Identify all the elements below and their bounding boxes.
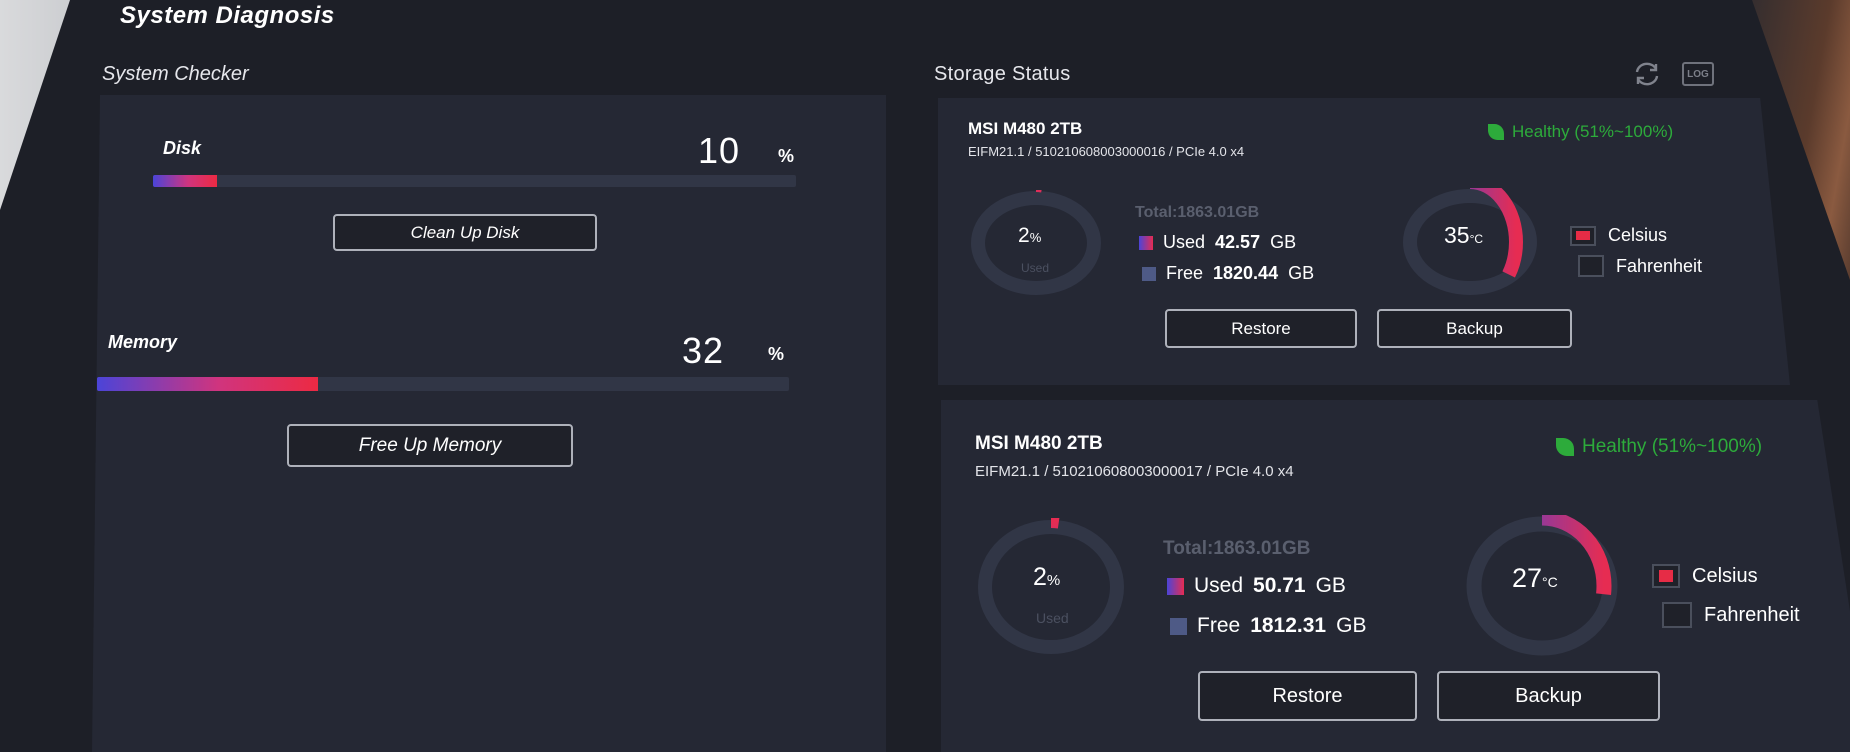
free-unit: GB — [1336, 614, 1367, 637]
used-unit: GB — [1270, 232, 1297, 252]
drive-total-capacity: Total:1863.01GB — [1163, 538, 1311, 559]
temperature-unit: °C — [1469, 232, 1484, 246]
disk-value: 10 — [698, 130, 741, 171]
memory-value: 32 — [682, 330, 725, 371]
backup-button[interactable]: Backup — [1437, 671, 1660, 721]
drive-health-status: Healthy (51%~100%) — [1488, 122, 1673, 142]
disk-unit: % — [778, 146, 795, 166]
page-title: System Diagnosis — [120, 2, 335, 29]
drive-info: EIFM21.1 / 510210608003000016 / PCIe 4.0… — [968, 144, 1245, 159]
usage-percent-number: 2 — [1018, 224, 1030, 247]
usage-percent-unit: % — [1046, 572, 1061, 589]
celsius-checkbox[interactable] — [1570, 225, 1596, 246]
drive-health-label: Healthy (51%~100%) — [1582, 436, 1763, 457]
drive-health-status: Healthy (51%~100%) — [1556, 436, 1762, 458]
log-icon[interactable]: LOG — [1682, 62, 1714, 86]
log-label: LOG — [1687, 68, 1709, 80]
drive-total-capacity: Total:1863.01GB — [1135, 204, 1260, 221]
drive-name: MSI M480 2TB — [975, 433, 1103, 454]
used-swatch — [1167, 577, 1184, 595]
usage-percent-unit: % — [1029, 230, 1042, 245]
temperature-value: 27°C — [1512, 563, 1558, 594]
clean-up-disk-button[interactable]: Clean Up Disk — [333, 214, 597, 251]
used-value: 42.57 — [1215, 232, 1261, 252]
system-checker-label: System Checker — [102, 63, 249, 85]
temperature-value: 35°C — [1444, 222, 1483, 249]
memory-usage-bar — [97, 377, 789, 391]
fahrenheit-checkbox[interactable] — [1578, 255, 1604, 277]
used-swatch — [1139, 235, 1153, 250]
usage-caption: Used — [1021, 261, 1050, 275]
drive-name: MSI M480 2TB — [968, 119, 1083, 138]
fahrenheit-label: Fahrenheit — [1616, 255, 1703, 276]
leaf-icon — [1488, 124, 1504, 140]
celsius-option[interactable]: Celsius — [1652, 564, 1758, 588]
leaf-icon — [1556, 438, 1574, 456]
storage-status-label: Storage Status — [934, 63, 1071, 85]
restore-button[interactable]: Restore — [1165, 309, 1357, 348]
fahrenheit-option[interactable]: Fahrenheit — [1578, 255, 1702, 277]
usage-percent-number: 2 — [1033, 563, 1047, 591]
disk-usage-fill — [153, 175, 218, 187]
usage-percent-value: 2% — [1033, 563, 1060, 592]
drive-health-label: Healthy (51%~100%) — [1512, 122, 1674, 141]
used-label: Used — [1163, 232, 1206, 252]
free-label: Free — [1166, 263, 1204, 283]
free-legend: Free 1820.44 GB — [1142, 263, 1314, 284]
fahrenheit-option[interactable]: Fahrenheit — [1662, 602, 1800, 628]
celsius-checkbox[interactable] — [1652, 564, 1680, 588]
fahrenheit-checkbox[interactable] — [1662, 602, 1692, 628]
disk-usage-bar — [153, 175, 796, 187]
refresh-icon[interactable] — [1630, 60, 1664, 88]
free-swatch — [1142, 266, 1156, 281]
memory-unit: % — [768, 344, 785, 364]
fahrenheit-label: Fahrenheit — [1704, 603, 1800, 626]
used-legend: Used 42.57 GB — [1139, 232, 1296, 253]
free-up-memory-button[interactable]: Free Up Memory — [287, 424, 573, 467]
temperature-number: 35 — [1444, 222, 1470, 248]
usage-percent-value: 2% — [1018, 224, 1041, 248]
free-swatch — [1170, 617, 1187, 635]
temperature-number: 27 — [1512, 563, 1543, 593]
free-unit: GB — [1288, 263, 1315, 283]
backup-button[interactable]: Backup — [1377, 309, 1572, 348]
celsius-label: Celsius — [1692, 564, 1758, 587]
free-label: Free — [1197, 614, 1241, 637]
memory-label: Memory — [108, 332, 178, 352]
free-value: 1820.44 — [1213, 263, 1279, 283]
celsius-option[interactable]: Celsius — [1570, 225, 1667, 246]
celsius-label: Celsius — [1608, 225, 1668, 245]
disk-label: Disk — [163, 138, 202, 158]
used-value: 50.71 — [1253, 574, 1306, 597]
used-label: Used — [1194, 574, 1244, 597]
memory-usage-fill — [97, 377, 319, 391]
usage-caption: Used — [1036, 610, 1069, 626]
used-legend: Used 50.71 GB — [1167, 574, 1346, 598]
temperature-unit: °C — [1542, 574, 1558, 590]
drive-info: EIFM21.1 / 510210608003000017 / PCIe 4.0… — [975, 463, 1294, 480]
restore-button[interactable]: Restore — [1198, 671, 1417, 721]
used-unit: GB — [1315, 574, 1346, 597]
free-value: 1812.31 — [1250, 614, 1327, 637]
free-legend: Free 1812.31 GB — [1170, 614, 1366, 638]
